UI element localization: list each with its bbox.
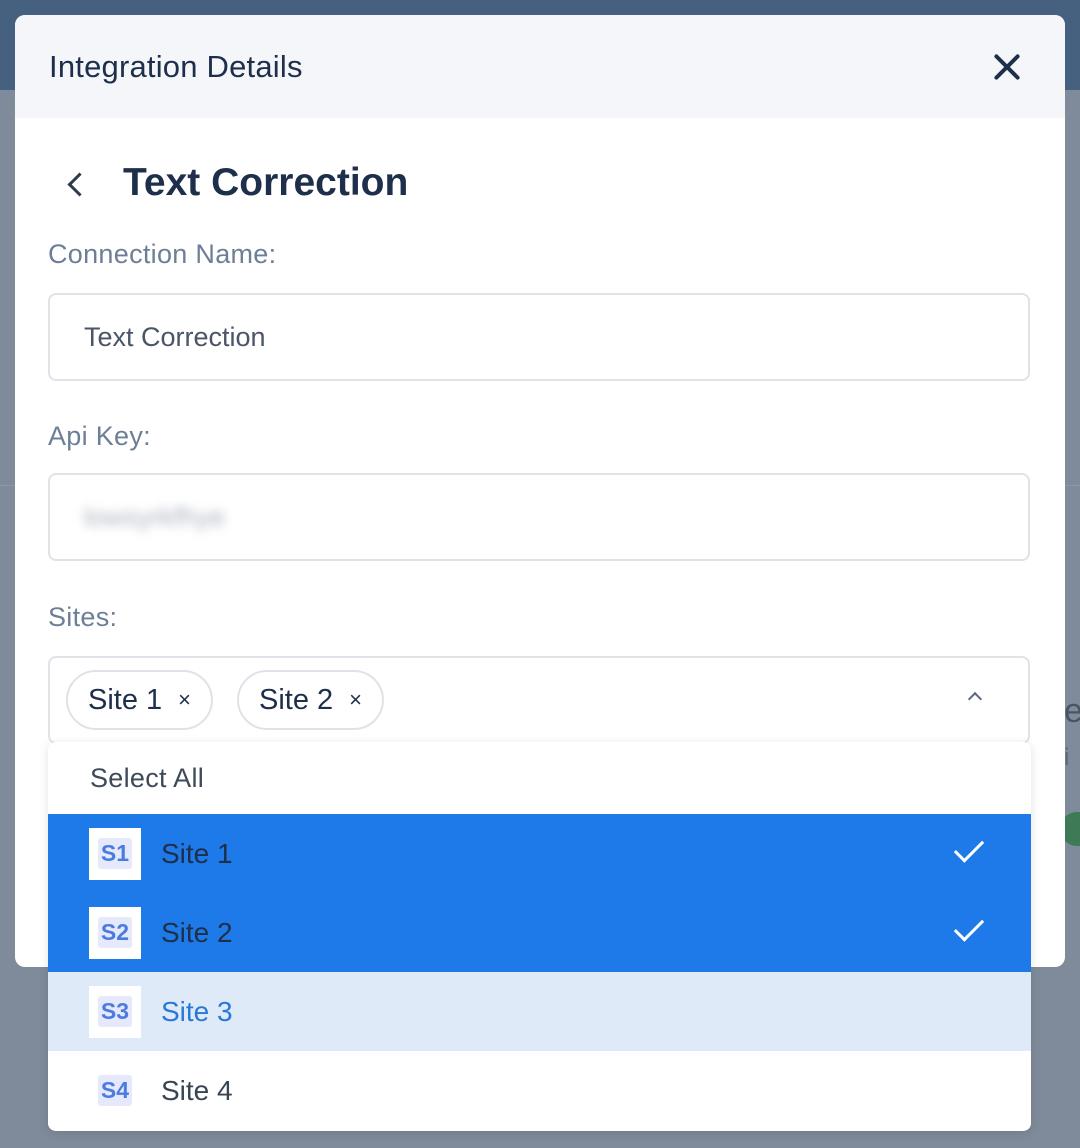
background-text-fragment: e: [1064, 692, 1080, 730]
sites-multiselect[interactable]: Site 1 × Site 2 ×: [48, 656, 1030, 744]
back-arrow-icon[interactable]: [49, 158, 99, 208]
site-option-3[interactable]: S3 Site 3: [48, 972, 1031, 1051]
close-icon[interactable]: [987, 47, 1027, 87]
api-key-value: lowsyrkfhye: [84, 501, 226, 532]
site-chip: Site 2 ×: [237, 670, 385, 730]
checkmark-icon: [953, 911, 985, 942]
site-badge-icon: S2: [89, 906, 141, 959]
site-option-2[interactable]: S2 Site 2: [48, 893, 1031, 972]
site-option-label: Site 2: [161, 916, 233, 948]
subheader: Text Correction: [49, 155, 408, 211]
api-key-label: Api Key:: [48, 421, 151, 451]
api-key-input[interactable]: lowsyrkfhye: [48, 473, 1030, 561]
checkmark-icon: [953, 832, 985, 863]
chip-remove-icon[interactable]: ×: [178, 687, 191, 713]
connection-name-label: Connection Name:: [48, 239, 277, 269]
sites-dropdown-list: Select All S1 Site 1 S2 Site 2 S3 Site 3…: [48, 742, 1031, 1131]
site-option-4[interactable]: S4 Site 4: [48, 1051, 1031, 1130]
site-chip-label: Site 1: [88, 683, 163, 716]
sites-label: Sites:: [48, 602, 118, 632]
site-option-1[interactable]: S1 Site 1: [48, 814, 1031, 893]
site-chip: Site 1 ×: [66, 670, 214, 730]
connection-name-input[interactable]: [48, 293, 1030, 381]
chevron-up-icon[interactable]: [967, 691, 983, 707]
select-all-option[interactable]: Select All: [48, 742, 1031, 814]
site-badge-icon: S4: [89, 1065, 141, 1117]
site-option-label: Site 4: [161, 1074, 233, 1106]
site-badge-icon: S1: [89, 827, 141, 880]
modal-title: Integration Details: [49, 48, 303, 84]
site-option-label: Site 3: [161, 995, 233, 1027]
chip-remove-icon[interactable]: ×: [349, 687, 362, 713]
site-option-label: Site 1: [161, 837, 233, 869]
site-chip-label: Site 2: [259, 683, 334, 716]
site-badge-icon: S3: [89, 985, 141, 1038]
modal-header: Integration Details: [15, 15, 1065, 118]
integration-name-title: Text Correction: [123, 161, 409, 204]
